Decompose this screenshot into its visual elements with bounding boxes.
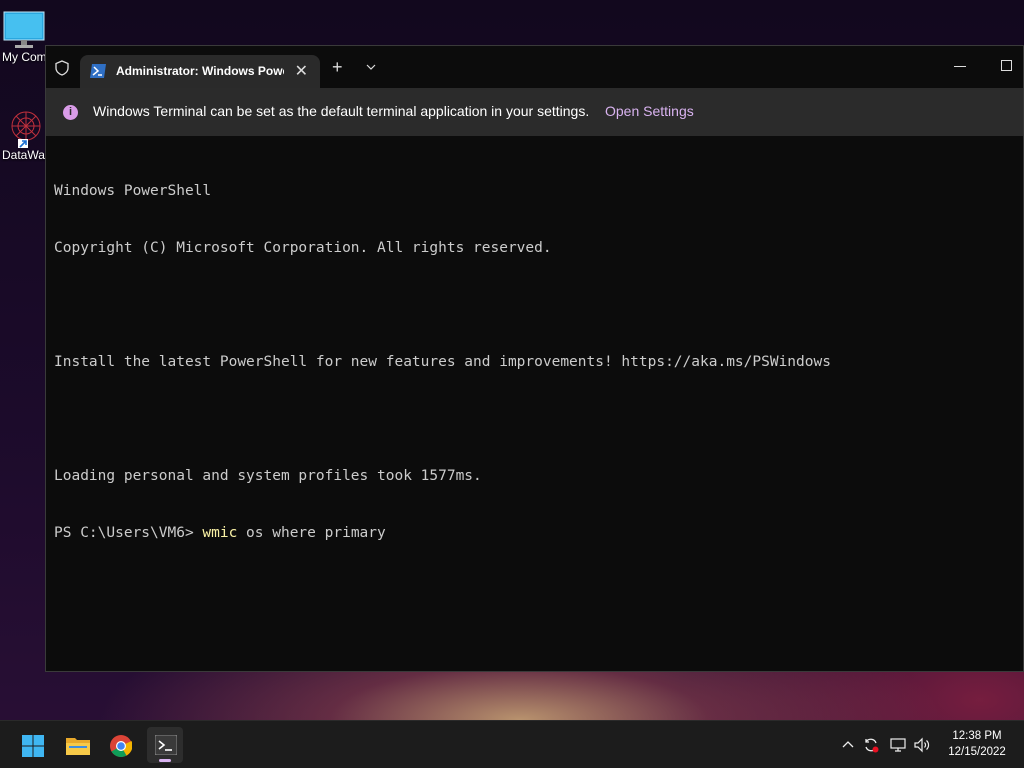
datawarrior-icon [11, 111, 41, 148]
console-line: Loading personal and system profiles too… [54, 468, 482, 484]
start-button[interactable] [14, 727, 50, 763]
powershell-icon [90, 64, 106, 78]
system-clock[interactable]: 12:38 PM 12/15/2022 [940, 728, 1014, 760]
desktop-icon-datawarrior[interactable]: DataWarrior [0, 108, 48, 162]
taskbar: 12:38 PM 12/15/2022 [0, 720, 1024, 768]
terminal-icon [155, 735, 177, 755]
volume-icon[interactable] [914, 737, 930, 753]
tab-title: Administrator: Windows PowerShell [116, 64, 284, 78]
clock-date: 12/15/2022 [948, 746, 1006, 758]
chrome-button[interactable] [102, 727, 138, 763]
open-settings-link[interactable]: Open Settings [605, 103, 694, 119]
terminal-window: Administrator: Windows PowerShell ✕ + i … [45, 45, 1024, 672]
console-line: Windows PowerShell [54, 183, 212, 199]
prompt: PS C:\Users\VM6> [54, 525, 203, 541]
console-output[interactable]: Windows PowerShell Copyright (C) Microso… [54, 144, 1015, 663]
start-icon [22, 735, 44, 757]
file-explorer-button[interactable] [58, 727, 94, 763]
network-icon[interactable] [890, 737, 906, 753]
new-tab-icon[interactable]: + [332, 57, 343, 78]
chrome-icon [110, 735, 132, 757]
info-message: Windows Terminal can be set as the defau… [93, 103, 590, 119]
command-args: os where primary [237, 525, 386, 541]
minimize-button[interactable] [954, 66, 966, 67]
maximize-button[interactable] [1001, 60, 1012, 71]
terminal-taskbar-button[interactable] [147, 727, 183, 763]
sync-icon[interactable] [863, 737, 879, 753]
active-indicator [159, 759, 171, 762]
title-bar[interactable]: Administrator: Windows PowerShell ✕ + [46, 46, 1023, 88]
info-icon: i [63, 105, 78, 120]
info-bar: i Windows Terminal can be set as the def… [46, 88, 1023, 136]
command-name: wmic [202, 525, 238, 541]
desktop-icon-label: My Computer [2, 50, 48, 64]
console-line: Install the latest PowerShell for new fe… [54, 354, 831, 370]
desktop-icon-my-computer[interactable]: My Computer [0, 10, 48, 64]
file-explorer-icon [66, 738, 90, 755]
monitor-icon [3, 11, 45, 48]
desktop-icon-label: DataWarrior [2, 148, 48, 162]
prompt-line[interactable]: PS C:\Users\VM6> wmic os where primary [54, 524, 1015, 543]
chevron-up-icon[interactable] [840, 737, 856, 753]
console-line: Copyright (C) Microsoft Corporation. All… [54, 240, 552, 256]
shield-icon [55, 60, 69, 76]
clock-time: 12:38 PM [952, 730, 1002, 742]
chevron-down-icon[interactable] [364, 60, 378, 74]
tab-powershell[interactable]: Administrator: Windows PowerShell ✕ [80, 55, 320, 88]
close-tab-icon[interactable]: ✕ [295, 61, 308, 80]
